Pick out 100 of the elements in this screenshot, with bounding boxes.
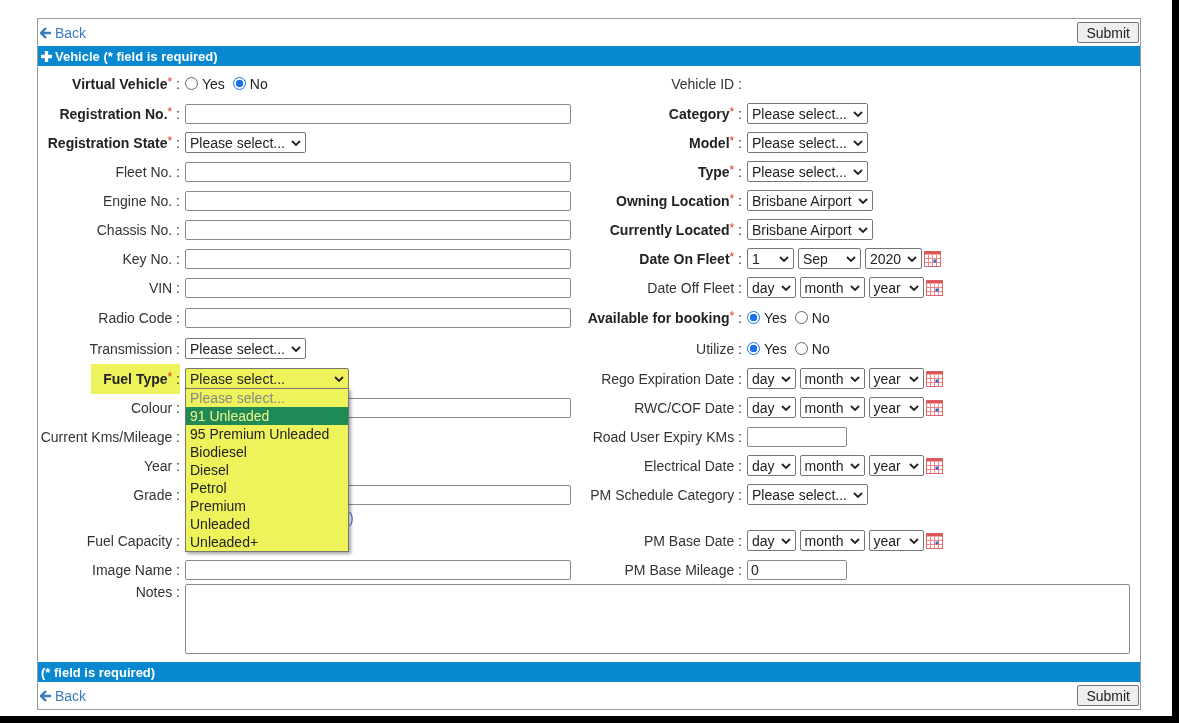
- caret-icon: [852, 139, 863, 146]
- select-field[interactable]: day: [747, 397, 796, 418]
- select-field[interactable]: Please select...: [747, 161, 868, 182]
- caret-icon: [290, 139, 301, 146]
- notes-field[interactable]: [185, 584, 1130, 654]
- calendar-icon[interactable]: [925, 457, 943, 474]
- field-label: Registration No.$^{*}$ :: [59, 103, 180, 124]
- field-label: Electrical Date :: [643, 456, 742, 476]
- field-label: Chassis No. :: [96, 220, 180, 240]
- field-label: Radio Code :: [98, 308, 180, 328]
- text-field[interactable]: [185, 307, 571, 328]
- select-field[interactable]: 1: [747, 248, 794, 269]
- back-arrow-icon: [40, 26, 52, 39]
- text-field[interactable]: [185, 248, 571, 269]
- select-field[interactable]: day: [747, 277, 796, 298]
- back-link[interactable]: Back: [40, 687, 87, 704]
- field-label: PM Schedule Category :: [590, 485, 742, 505]
- radio-label: No: [811, 340, 830, 357]
- select-field[interactable]: month: [799, 397, 865, 418]
- radio-button[interactable]: [794, 311, 808, 324]
- select-field[interactable]: year: [868, 397, 924, 418]
- field-label: Model$^{*}$ :: [689, 132, 742, 153]
- field-label: Registration State$^{*}$ :: [47, 132, 180, 153]
- number-field[interactable]: 0: [747, 559, 847, 580]
- back-arrow-icon: [40, 689, 52, 702]
- field-label: Owning Location$^{*}$ :: [616, 190, 742, 211]
- radio-button[interactable]: [794, 342, 808, 355]
- radio-button[interactable]: [747, 311, 760, 324]
- select-field[interactable]: day: [747, 368, 796, 389]
- text-field[interactable]: [185, 103, 571, 124]
- caret-icon: [849, 537, 860, 544]
- caret-icon: [849, 375, 860, 382]
- select-field[interactable]: year: [868, 530, 924, 551]
- dropdown-option[interactable]: Diesel: [186, 461, 348, 479]
- calendar-icon[interactable]: [925, 399, 943, 416]
- caret-icon: [852, 168, 863, 175]
- radio-label: Yes: [764, 340, 787, 357]
- back-link[interactable]: Back: [40, 24, 87, 41]
- calendar-icon[interactable]: [925, 370, 943, 387]
- select-field[interactable]: Please select...: [185, 338, 306, 359]
- select-field[interactable]: month: [799, 530, 865, 551]
- dropdown-option[interactable]: Petrol: [186, 479, 348, 497]
- caret-icon: [849, 462, 860, 469]
- select-field[interactable]: Sep: [798, 248, 861, 269]
- select-field[interactable]: year: [868, 368, 924, 389]
- select-field[interactable]: Please select...: [747, 132, 868, 153]
- caret-icon: [846, 255, 856, 262]
- field-label: Year :: [143, 456, 180, 476]
- field-label: Notes :: [135, 583, 180, 602]
- radio-button[interactable]: [232, 77, 246, 90]
- select-field[interactable]: 2020: [865, 248, 923, 269]
- text-field[interactable]: [185, 277, 571, 298]
- field-label: VIN :: [148, 278, 180, 298]
- field-label: PM Base Date :: [643, 531, 742, 551]
- select-field[interactable]: month: [799, 277, 865, 298]
- select-field[interactable]: Brisbane Airport: [747, 219, 873, 240]
- text-field[interactable]: [185, 161, 571, 182]
- select-field[interactable]: Please select...: [185, 132, 306, 153]
- text-field[interactable]: [185, 190, 571, 211]
- calendar-icon[interactable]: [925, 532, 943, 549]
- caret-icon: [908, 537, 919, 544]
- select-field[interactable]: Please select...: [747, 484, 868, 505]
- field-label: Transmission :: [89, 339, 180, 359]
- radio-button[interactable]: [747, 342, 760, 355]
- caret-icon: [908, 375, 919, 382]
- select-field[interactable]: Please select...: [747, 103, 868, 124]
- number-field[interactable]: [747, 426, 847, 447]
- text-field[interactable]: [185, 219, 571, 240]
- caret-icon: [907, 255, 918, 262]
- submit-button[interactable]: Submit: [1077, 685, 1139, 706]
- select-field[interactable]: day: [747, 455, 796, 476]
- field-label: Grade :: [133, 485, 180, 505]
- caret-icon: [780, 537, 791, 544]
- field-label: PM Base Mileage :: [624, 560, 742, 580]
- select-field[interactable]: Please select...: [185, 368, 349, 389]
- caret-icon: [779, 255, 789, 262]
- select-field[interactable]: month: [799, 455, 865, 476]
- calendar-icon[interactable]: [924, 250, 942, 267]
- submit-button[interactable]: Submit: [1077, 22, 1139, 43]
- field-label: Type$^{*}$ :: [697, 161, 742, 182]
- select-field[interactable]: year: [868, 455, 924, 476]
- dropdown-option[interactable]: 95 Premium Unleaded: [186, 425, 348, 443]
- field-label: Road User Expiry KMs :: [592, 427, 742, 447]
- dropdown-option[interactable]: Unleaded: [186, 515, 348, 533]
- field-label: Key No. :: [122, 249, 180, 269]
- field-label: Fuel Capacity :: [86, 531, 180, 551]
- field-label: Date On Fleet$^{*}$ :: [639, 248, 742, 269]
- select-field[interactable]: year: [868, 277, 924, 298]
- select-field[interactable]: month: [799, 368, 865, 389]
- radio-button[interactable]: [185, 77, 198, 90]
- dropdown-option[interactable]: Biodiesel: [186, 443, 348, 461]
- caret-icon: [780, 284, 791, 291]
- select-field[interactable]: Brisbane Airport: [747, 190, 873, 211]
- dropdown-option[interactable]: Unleaded+: [186, 533, 348, 551]
- dropdown-option[interactable]: 91 Unleaded: [186, 407, 348, 425]
- calendar-icon[interactable]: [925, 279, 943, 296]
- radio-label: No: [249, 75, 268, 92]
- dropdown-option[interactable]: Premium: [186, 497, 348, 515]
- text-field[interactable]: [185, 559, 571, 580]
- select-field[interactable]: day: [747, 530, 796, 551]
